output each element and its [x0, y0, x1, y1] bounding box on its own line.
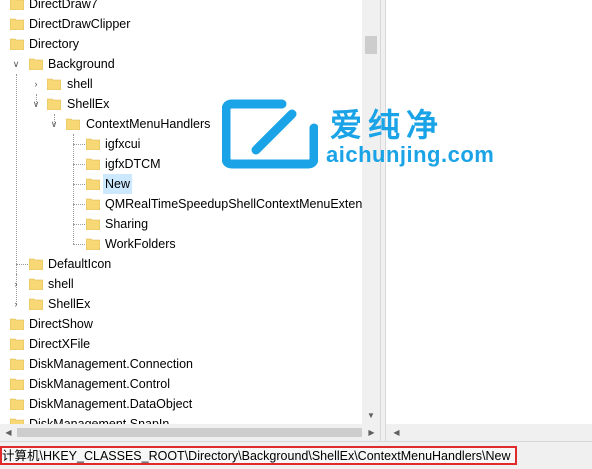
watermark-logo-icon	[222, 99, 318, 169]
tree-item-label: New	[103, 174, 133, 194]
horizontal-scrollbar-values[interactable]: ◀	[386, 424, 592, 441]
tree-item-label: DefaultIcon	[48, 257, 112, 271]
folder-icon	[10, 0, 24, 10]
scroll-left-arrow-icon[interactable]: ◀	[0, 424, 17, 441]
folder-icon	[86, 217, 100, 230]
folder-icon	[29, 277, 43, 290]
folder-icon	[10, 417, 24, 424]
folder-icon	[10, 337, 24, 350]
folder-icon	[86, 197, 100, 210]
tree-item-label: shell	[67, 77, 93, 91]
folder-icon	[10, 357, 24, 370]
tree-item-label: igfxcui	[105, 137, 141, 151]
tree-connector	[73, 244, 85, 245]
tree-item-label: shell	[48, 277, 74, 291]
tree-connector	[73, 134, 74, 244]
chevron-right-icon[interactable]: ›	[30, 78, 42, 90]
folder-icon	[86, 177, 100, 190]
tree-item-label: DirectXFile	[29, 337, 91, 351]
status-bar: 计算机\HKEY_CLASSES_ROOT\Directory\Backgrou…	[0, 441, 592, 469]
scrollbar-thumb[interactable]	[365, 36, 377, 54]
tree-item-label: ShellEx	[67, 97, 110, 111]
scroll-right-arrow-icon[interactable]: ▶	[363, 424, 380, 441]
watermark-chinese: 爱纯净	[330, 107, 445, 143]
folder-icon	[10, 377, 24, 390]
tree-connector	[73, 184, 85, 185]
folder-icon	[10, 317, 24, 330]
folder-icon	[29, 257, 43, 270]
values-pane[interactable]	[386, 0, 592, 424]
folder-icon	[10, 397, 24, 410]
scroll-down-arrow-icon[interactable]: ▼	[362, 408, 380, 424]
tree-item-label: ContextMenuHandlers	[86, 117, 211, 131]
tree-connector	[73, 204, 85, 205]
tree-item-label: DirectDraw7	[29, 0, 98, 11]
tree-item-label: WorkFolders	[105, 237, 176, 251]
registry-path: 计算机\HKEY_CLASSES_ROOT\Directory\Backgrou…	[0, 446, 517, 465]
tree-item-label: DiskManagement.SnapIn	[29, 417, 170, 424]
chevron-right-icon[interactable]: ›	[10, 278, 22, 290]
tree-item-label: DirectShow	[29, 317, 93, 331]
chevron-down-icon[interactable]: ∨	[10, 58, 22, 70]
tree-item-label: Sharing	[105, 217, 149, 231]
scroll-left-arrow-icon[interactable]: ◀	[388, 424, 405, 441]
registry-tree[interactable]: DirectDraw7 DirectDrawClipper Directory …	[0, 0, 362, 424]
tree-connector	[73, 144, 85, 145]
watermark-logo: 爱纯净 aichunjing.com	[222, 98, 502, 174]
folder-icon	[66, 117, 80, 130]
folder-icon	[86, 237, 100, 250]
tree-item-label: igfxDTCM	[105, 157, 161, 171]
tree-connector	[16, 74, 17, 274]
folder-icon	[47, 97, 61, 110]
scrollbar-thumb[interactable]	[17, 428, 362, 437]
folder-icon	[86, 137, 100, 150]
tree-item-label: Directory	[29, 37, 80, 51]
folder-icon	[47, 77, 61, 90]
tree-connector	[73, 224, 85, 225]
chevron-right-icon[interactable]: ›	[10, 298, 22, 310]
chevron-down-icon[interactable]: ∨	[48, 118, 60, 130]
tree-connector	[73, 164, 85, 165]
tree-item-label: QMRealTimeSpeedupShellContextMenuExtensi…	[105, 197, 362, 211]
tree-item-label: DirectDrawClipper	[29, 17, 131, 31]
folder-icon	[10, 37, 24, 50]
folder-icon	[29, 57, 43, 70]
tree-item-label: DiskManagement.Connection	[29, 357, 193, 371]
tree-item-label: Background	[48, 57, 115, 71]
chevron-down-icon[interactable]: ∨	[30, 98, 42, 110]
vertical-scrollbar[interactable]: ▼	[362, 0, 380, 424]
folder-icon	[10, 17, 24, 30]
folder-icon	[29, 297, 43, 310]
tree-item-label: DiskManagement.DataObject	[29, 397, 193, 411]
tree-item-label: ShellEx	[48, 297, 91, 311]
watermark-domain: aichunjing.com	[326, 142, 495, 167]
horizontal-scrollbar[interactable]: ◀ ▶	[0, 424, 380, 441]
folder-icon	[86, 157, 100, 170]
tree-connector	[16, 264, 30, 265]
tree-item-label: DiskManagement.Control	[29, 377, 171, 391]
